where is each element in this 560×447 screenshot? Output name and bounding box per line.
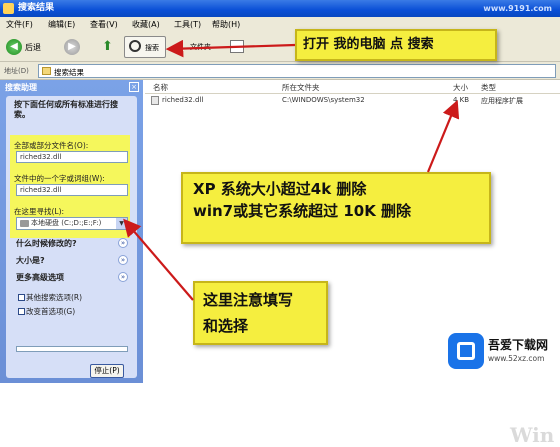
menu-tools[interactable]: 工具(T) [174, 17, 201, 32]
column-header-name[interactable]: 名称 [153, 82, 168, 93]
lookin-label: 在这里寻找(L): [14, 207, 65, 216]
menu-file[interactable]: 文件(F) [6, 17, 33, 32]
callout-fill-note-line2: 和选择 [203, 317, 249, 335]
phrase-input[interactable]: riched32.dll [16, 184, 128, 196]
folder-icon [42, 67, 51, 75]
result-size: 4 KB [453, 96, 470, 104]
address-label: 地址(D) [4, 67, 29, 75]
menu-favorites[interactable]: 收藏(A) [132, 17, 160, 32]
change-preferences-link[interactable]: 改变首选项(G) [26, 306, 75, 317]
brand-logo-icon [448, 333, 484, 369]
forward-arrow-icon[interactable]: ▶ [64, 39, 80, 55]
address-bar: 地址(D) 搜索结果 [0, 62, 560, 80]
hard-drive-icon [20, 220, 29, 227]
filename-input[interactable]: riched32.dll [16, 151, 128, 163]
callout-size-rule: XP 系统大小超过4k 删除 win7或其它系统超过 10K 删除 [181, 172, 491, 244]
search-prompt: 按下面任何或所有标准进行搜索。 [14, 100, 118, 119]
folders-button[interactable]: 文件夹 [190, 42, 211, 52]
lookin-select[interactable]: 本地硬盘 (C:;D:;E:;F:) ▼ [16, 217, 128, 230]
back-button-label[interactable]: 后退 [25, 42, 41, 53]
brand-url: www.52xz.com [488, 354, 545, 363]
brand-name: 吾爱下载网 [488, 338, 549, 352]
chevron-down-icon: ▼ [116, 218, 127, 229]
filename-label: 全部或部分文件名(O): [14, 141, 89, 150]
header-divider [145, 93, 560, 94]
menu-view[interactable]: 查看(V) [90, 17, 118, 32]
window-title: 搜索结果 [18, 3, 55, 13]
search-button-label: 搜索 [145, 44, 159, 52]
callout-fill-note: 这里注意填写 和选择 [193, 281, 328, 345]
search-folder-icon [3, 3, 14, 14]
windows-watermark: Win [510, 423, 555, 447]
dll-file-icon [151, 96, 159, 105]
callout-size-rule-line1: XP 系统大小超过4k 删除 [193, 180, 367, 198]
lookin-value: 本地硬盘 (C:;D:;E:;F:) [31, 219, 102, 227]
expand-chevron-icon[interactable]: » [118, 272, 128, 282]
stop-button[interactable]: 停止(P) [90, 364, 124, 378]
other-search-options-link[interactable]: 其他搜索选项(R) [26, 292, 82, 303]
search-options-icon [18, 294, 25, 301]
magnifier-icon [129, 40, 141, 52]
menu-edit[interactable]: 编辑(E) [48, 17, 75, 32]
title-bar: 搜索结果 www.9191.com [0, 0, 560, 17]
top-watermark: www.9191.com [483, 4, 552, 13]
up-folder-icon[interactable]: ⬆ [102, 39, 116, 55]
result-name[interactable]: riched32.dll [162, 96, 203, 106]
search-panel: 按下面任何或所有标准进行搜索。 全部或部分文件名(O): riched32.dl… [6, 96, 137, 378]
address-input[interactable]: 搜索结果 [38, 64, 556, 78]
back-arrow-icon[interactable]: ◀ [6, 39, 22, 55]
search-assistant-pane: 搜索助理 × 按下面任何或所有标准进行搜索。 全部或部分文件名(O): rich… [0, 80, 143, 383]
callout-open-search: 打开 我的电脑 点 搜索 [295, 29, 497, 61]
expand-chevron-icon[interactable]: » [118, 238, 128, 248]
callout-size-rule-line2: win7或其它系统超过 10K 删除 [193, 202, 412, 220]
progress-bar [16, 346, 128, 352]
column-header-size[interactable]: 大小 [453, 82, 468, 93]
phrase-label: 文件中的一个字或词组(W): [14, 174, 105, 183]
result-type: 应用程序扩展 [481, 97, 523, 105]
callout-fill-note-line1: 这里注意填写 [203, 291, 294, 309]
search-progress [16, 340, 128, 358]
preferences-icon [18, 308, 25, 315]
column-header-folder[interactable]: 所在文件夹 [282, 82, 320, 93]
result-folder: C:\WINDOWS\system32 [282, 96, 365, 104]
column-header-type[interactable]: 类型 [481, 82, 496, 93]
views-icon[interactable] [230, 40, 244, 53]
close-pane-button[interactable]: × [129, 82, 139, 92]
search-assistant-header: 搜索助理 [5, 83, 37, 92]
site-watermark: 吾爱下载网 www.52xz.com [448, 333, 558, 377]
address-value: 搜索结果 [54, 68, 84, 77]
size-section[interactable]: 大小是? [16, 255, 45, 266]
menu-help[interactable]: 帮助(H) [212, 17, 240, 32]
expand-chevron-icon[interactable]: » [118, 255, 128, 265]
advanced-options-section[interactable]: 更多高级选项 [16, 272, 64, 283]
search-button[interactable]: 搜索 [124, 36, 166, 58]
when-modified-section[interactable]: 什么时候修改的? [16, 238, 77, 249]
